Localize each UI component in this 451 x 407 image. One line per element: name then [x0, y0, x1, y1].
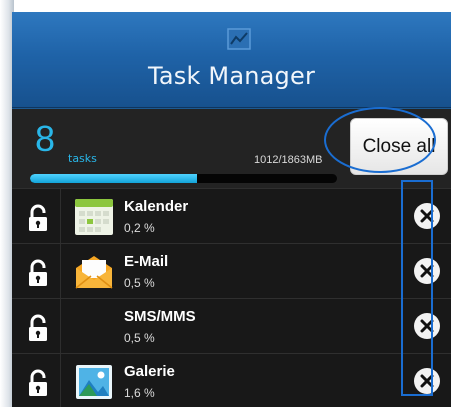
row-divider: [60, 299, 61, 354]
unlock-icon[interactable]: [26, 314, 50, 342]
unlock-icon[interactable]: [26, 259, 50, 287]
memory-usage-bar: [30, 174, 337, 183]
app-header: Task Manager: [12, 12, 451, 108]
list-item[interactable]: Galerie 1,6 %: [12, 353, 451, 407]
app-memory: 0,5 %: [124, 331, 155, 345]
row-divider: [60, 189, 61, 244]
gallery-icon: [76, 365, 112, 399]
row-divider: [60, 354, 61, 407]
task-manager-window: Task Manager 8 tasks 1012/1863MB Close a…: [12, 12, 451, 407]
task-list: Kalender 0,2 % E-Mail 0,5 % SMS/MMS 0,5 …: [12, 188, 451, 407]
list-item[interactable]: SMS/MMS 0,5 %: [12, 298, 451, 354]
chart-icon: [227, 28, 251, 50]
email-icon: [75, 256, 113, 289]
close-buttons-highlight: [401, 180, 433, 396]
page-title: Task Manager: [147, 62, 316, 90]
unlock-icon[interactable]: [26, 369, 50, 397]
app-name: SMS/MMS: [124, 308, 196, 325]
calendar-icon: [75, 199, 113, 235]
task-count-label: tasks: [68, 152, 97, 165]
app-name: Galerie: [124, 363, 175, 380]
app-name: E-Mail: [124, 253, 169, 270]
close-all-highlight: [324, 107, 436, 173]
app-memory: 0,5 %: [124, 276, 155, 290]
row-divider: [60, 244, 61, 299]
list-item[interactable]: Kalender 0,2 %: [12, 188, 451, 244]
list-item[interactable]: E-Mail 0,5 %: [12, 243, 451, 299]
app-name: Kalender: [124, 198, 189, 215]
unlock-icon[interactable]: [26, 204, 50, 232]
memory-usage-fill: [30, 174, 197, 183]
app-memory: 0,2 %: [124, 221, 155, 235]
memory-usage-text: 1012/1863MB: [254, 154, 323, 166]
app-memory: 1,6 %: [124, 386, 155, 400]
task-count: 8: [35, 118, 56, 159]
